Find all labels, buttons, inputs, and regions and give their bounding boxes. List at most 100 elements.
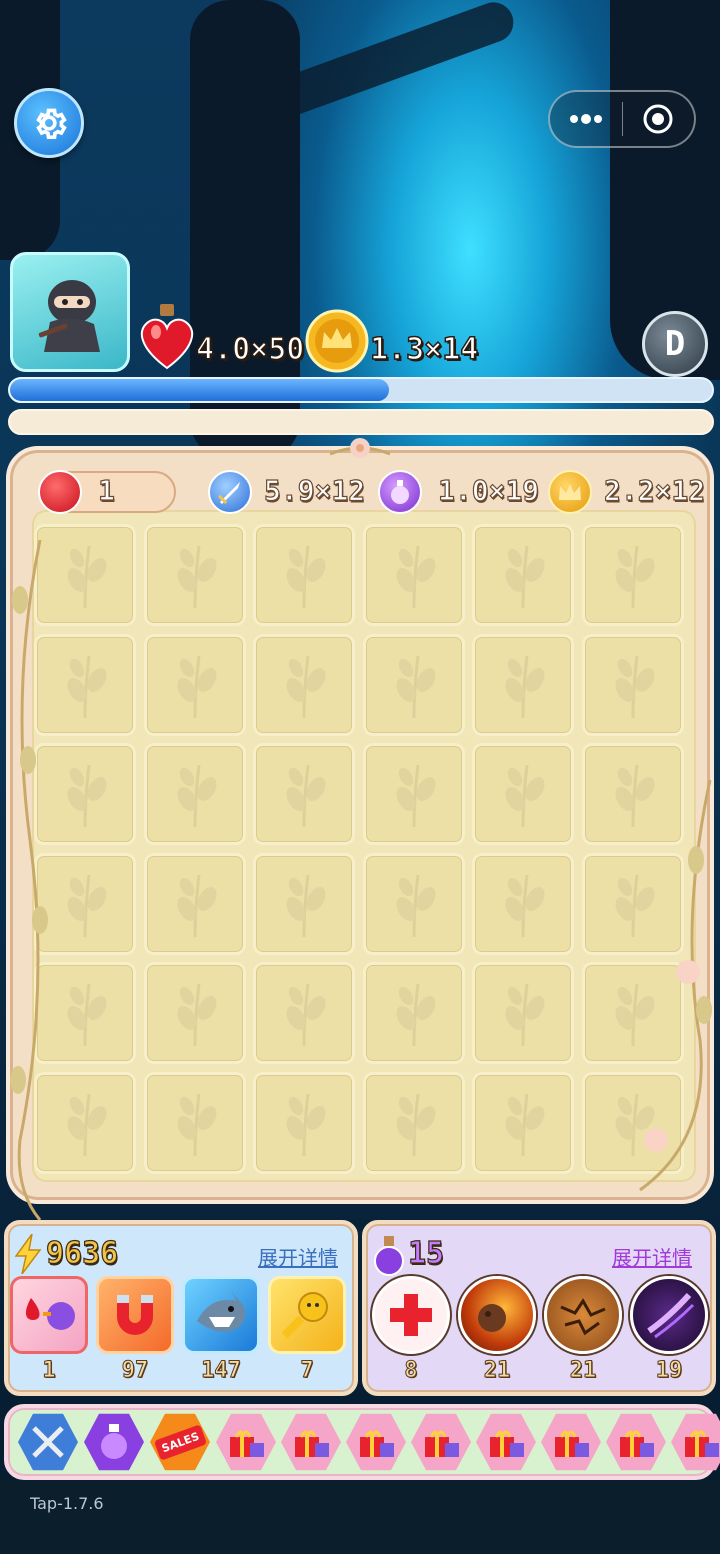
- coin-value: 2.2×12: [603, 473, 706, 507]
- leaf-sprig-icon: [505, 1093, 545, 1156]
- leaf-sprig-icon: [505, 655, 545, 718]
- heal-skill[interactable]: [372, 1276, 450, 1354]
- ground-crack-count: 21: [569, 1358, 597, 1384]
- leaf-sprig-icon: [67, 983, 107, 1047]
- leaf-sprig-icon: [505, 545, 545, 609]
- board-cell[interactable]: [143, 743, 246, 845]
- magnet-count: 97: [121, 1358, 149, 1384]
- gift-icon: [555, 1430, 589, 1457]
- energy-details-link[interactable]: 展开详情: [258, 1242, 338, 1271]
- leaf-sprig-icon: [177, 764, 216, 828]
- leaf-sprig-icon: [67, 545, 107, 609]
- shark-icon: [197, 1291, 246, 1332]
- coins-value: 1.3×14: [369, 331, 479, 368]
- leaf-sprig-icon: [286, 983, 326, 1047]
- meteor-icon: [478, 1304, 506, 1332]
- leaf-sprig-icon: [505, 764, 545, 828]
- sword-value: 5.9×12: [263, 473, 366, 507]
- board-cell[interactable]: [581, 524, 684, 626]
- board-cell[interactable]: [362, 743, 465, 845]
- board-cell[interactable]: [143, 524, 246, 626]
- sales-tag-icon: SALES: [153, 1423, 207, 1461]
- board-cell[interactable]: [362, 852, 465, 955]
- board-cell[interactable]: [472, 743, 574, 845]
- rank-badge[interactable]: D: [642, 311, 708, 377]
- leaf-sprig-icon: [67, 764, 107, 828]
- coin-icon: [548, 470, 592, 514]
- board-cell[interactable]: [253, 524, 355, 626]
- potion-value: 1.0×19: [437, 473, 540, 507]
- leaf-sprig-icon: [177, 545, 216, 609]
- board-cell[interactable]: [253, 743, 355, 845]
- board-cell[interactable]: [143, 1071, 246, 1174]
- potion-count: 15: [407, 1235, 445, 1271]
- leaf-sprig-icon: [505, 874, 545, 937]
- gift-icon: [490, 1430, 524, 1457]
- leaf-sprig-icon: [396, 655, 435, 718]
- board-cell[interactable]: [253, 633, 355, 736]
- board-cell[interactable]: [472, 962, 574, 1064]
- leaf-sprig-icon: [396, 983, 435, 1047]
- board-cell[interactable]: [362, 524, 465, 626]
- close-button[interactable]: [623, 92, 695, 146]
- blood-transform-item[interactable]: [10, 1276, 88, 1354]
- leaf-sprig-icon: [67, 1093, 107, 1156]
- leaf-sprig-icon: [396, 1093, 435, 1156]
- gift-icon: [295, 1430, 329, 1457]
- board-cell[interactable]: [362, 962, 465, 1064]
- board-cell[interactable]: [253, 1071, 355, 1174]
- xp-progress-fill: [10, 379, 390, 401]
- board-cell[interactable]: [143, 852, 246, 955]
- leaf-sprig-icon: [286, 1093, 326, 1156]
- magnet-item[interactable]: [96, 1276, 174, 1354]
- potion-icon: [378, 470, 422, 514]
- board-hearts-value: 1: [97, 473, 115, 507]
- more-button[interactable]: [550, 92, 622, 146]
- board-cell[interactable]: [362, 633, 465, 736]
- target-circle-icon: [643, 104, 673, 134]
- leaf-sprig-icon: [177, 983, 216, 1047]
- ground-crack-skill[interactable]: [544, 1276, 622, 1354]
- leaf-sprig-icon: [396, 874, 435, 937]
- mini-program-capsule: [548, 90, 696, 148]
- board-cell[interactable]: [472, 524, 574, 626]
- magnet-icon: [117, 1295, 153, 1335]
- gift-icon: [230, 1430, 264, 1457]
- leaf-sprig-icon: [177, 1093, 216, 1156]
- ground: [0, 1480, 720, 1554]
- board-cell[interactable]: [581, 633, 684, 736]
- sword-icon: [208, 470, 252, 514]
- board-cell[interactable]: [472, 633, 574, 736]
- leaf-sprig-icon: [67, 655, 107, 718]
- board-cell[interactable]: [143, 962, 246, 1064]
- leaf-sprig-icon: [505, 983, 545, 1047]
- heart-potion-icon: [141, 304, 193, 370]
- board-cell[interactable]: [472, 852, 574, 955]
- gift-icon: [620, 1430, 654, 1457]
- shark-count: 147: [201, 1358, 242, 1384]
- leaf-sprig-icon: [177, 655, 216, 718]
- crown-coin-icon: [305, 309, 369, 373]
- version-label: Tap-1.7.6: [30, 1494, 104, 1513]
- leaf-sprig-icon: [177, 874, 216, 937]
- crossed-swords-icon: [32, 1426, 64, 1458]
- key-icon: [281, 1292, 328, 1339]
- key-item[interactable]: [268, 1276, 346, 1354]
- heal-count: 8: [404, 1358, 418, 1384]
- board-cell[interactable]: [362, 1071, 465, 1174]
- player-avatar[interactable]: [10, 252, 130, 372]
- board-cell[interactable]: [253, 852, 355, 955]
- meteor-skill[interactable]: [458, 1276, 536, 1354]
- blood-transform-icon: [25, 1298, 75, 1330]
- leaf-sprig-icon: [286, 545, 326, 609]
- xp-progress-bar: [8, 377, 714, 403]
- purple-slash-skill[interactable]: [630, 1276, 708, 1354]
- board-cell[interactable]: [472, 1071, 574, 1174]
- board-cell[interactable]: [143, 633, 246, 736]
- shark-item[interactable]: [182, 1276, 260, 1354]
- potion-details-link[interactable]: 展开详情: [612, 1242, 692, 1271]
- board-cell[interactable]: [253, 962, 355, 1064]
- leaf-sprig-icon: [615, 545, 654, 609]
- hearts-value: 4.0×50: [195, 331, 305, 368]
- settings-button[interactable]: [14, 88, 84, 158]
